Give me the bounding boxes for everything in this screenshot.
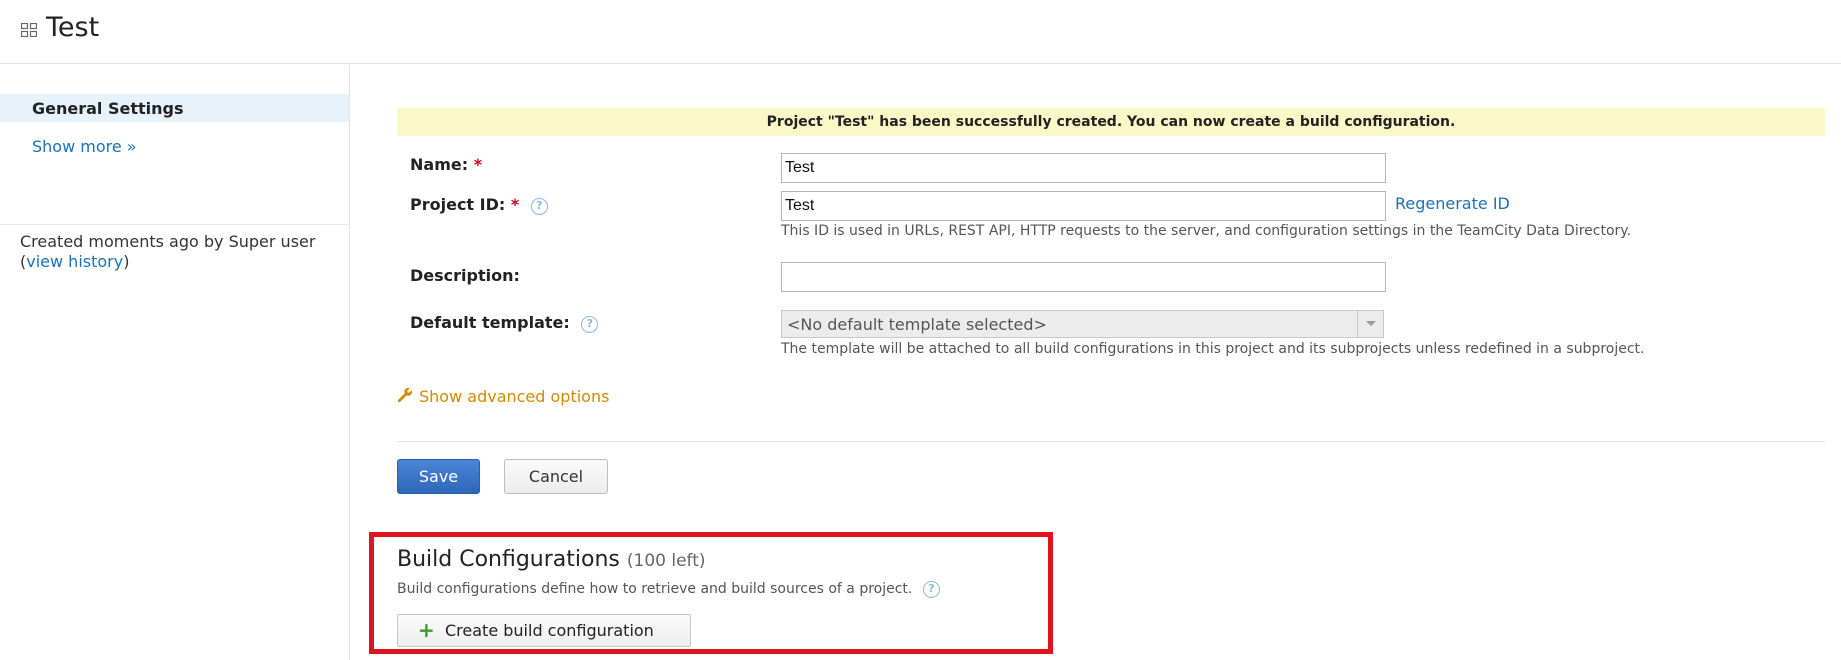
project-id-label-text: Project ID: (410, 195, 506, 214)
create-build-configuration-button[interactable]: + Create build configuration (397, 614, 691, 647)
sidebar-item-label: General Settings (32, 99, 184, 118)
show-more-link[interactable]: Show more » (32, 137, 137, 156)
build-configurations-description-text: Build configurations define how to retri… (397, 581, 913, 597)
project-grid-icon (20, 22, 38, 38)
paren-close: ) (123, 252, 130, 271)
view-history-link[interactable]: view history (26, 252, 123, 271)
default-template-select[interactable]: <No default template selected> (781, 310, 1384, 338)
default-template-note: The template will be attached to all bui… (781, 341, 1645, 357)
name-input[interactable] (781, 153, 1386, 183)
create-build-configuration-label: Create build configuration (445, 621, 654, 640)
build-configurations-description: Build configurations define how to retri… (397, 581, 940, 598)
name-label-text: Name: (410, 155, 469, 174)
default-template-value: <No default template selected> (787, 315, 1047, 334)
build-configurations-heading: Build Configurations (397, 547, 620, 572)
created-text: Created moments ago by Super user (20, 232, 316, 251)
project-id-note: This ID is used in URLs, REST API, HTTP … (781, 223, 1632, 239)
plus-icon: + (418, 618, 435, 642)
description-label: Description: (410, 266, 520, 285)
name-label: Name: * (410, 155, 482, 174)
help-icon[interactable]: ? (922, 581, 940, 598)
regenerate-id-link[interactable]: Regenerate ID (1395, 194, 1510, 213)
show-advanced-options-link[interactable]: Show advanced options (397, 387, 609, 406)
page-title: Test (46, 12, 100, 43)
cancel-button[interactable]: Cancel (504, 459, 608, 494)
required-mark: * (510, 195, 520, 214)
sidebar-divider (0, 224, 349, 225)
build-configurations-left-count: (100 left) (626, 551, 706, 571)
description-input[interactable] (781, 262, 1386, 292)
wrench-icon (397, 387, 413, 403)
default-template-label: Default template: ? (410, 313, 599, 333)
dropdown-arrow-icon (1357, 311, 1383, 337)
project-id-label: Project ID: * ? (410, 195, 548, 215)
sidebar-item-general-settings[interactable]: General Settings (0, 94, 349, 122)
show-advanced-options-label: Show advanced options (419, 387, 610, 406)
created-info: Created moments ago by Super user (view … (20, 232, 340, 272)
required-mark: * (473, 155, 483, 174)
form-divider (397, 441, 1825, 442)
success-banner: Project "Test" has been successfully cre… (397, 108, 1825, 136)
build-configurations-title: Build Configurations (100 left) (397, 547, 706, 572)
default-template-label-text: Default template: (410, 313, 570, 332)
description-label-text: Description: (410, 266, 520, 285)
save-button[interactable]: Save (397, 459, 480, 494)
help-icon[interactable]: ? (581, 316, 599, 333)
page-header: Test (0, 0, 1841, 64)
project-id-input[interactable] (781, 191, 1386, 221)
help-icon[interactable]: ? (530, 198, 548, 215)
sidebar: General Settings Show more » Created mom… (0, 65, 350, 660)
